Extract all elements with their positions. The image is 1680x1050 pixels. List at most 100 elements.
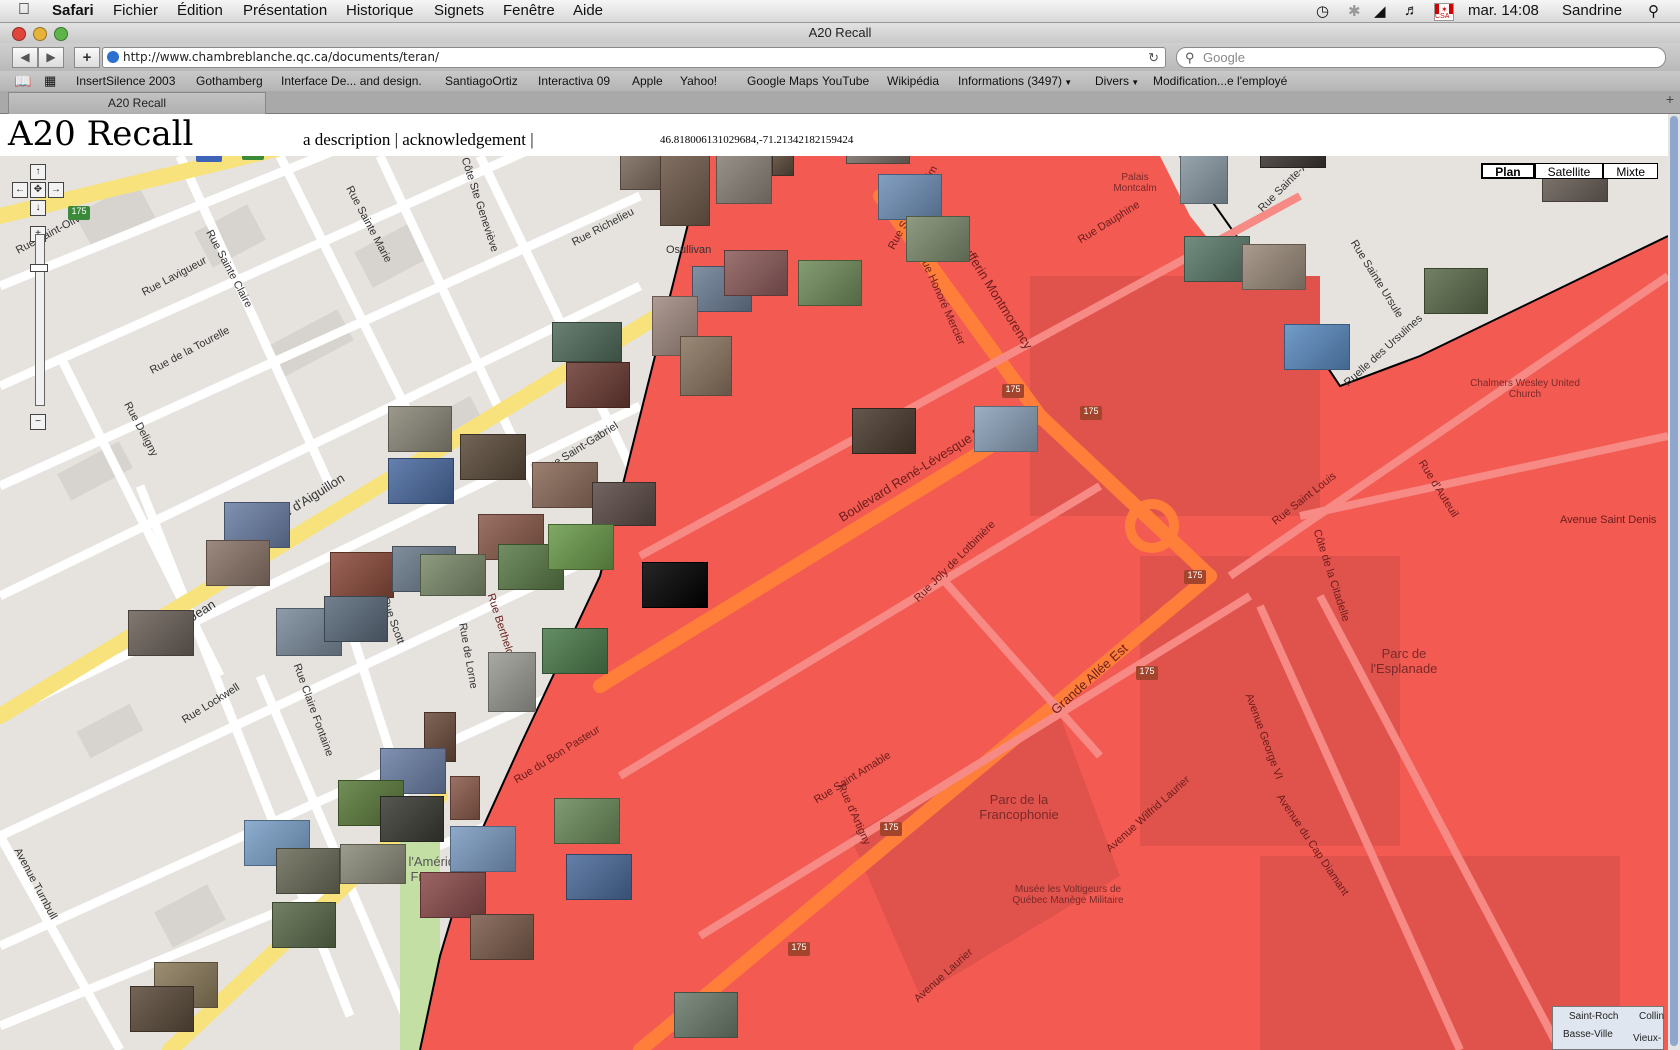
zoom-out-icon[interactable]: − (30, 414, 46, 430)
photo-thumbnail[interactable] (128, 610, 194, 656)
menu-fenetre[interactable]: Fenêtre (503, 2, 555, 19)
bookmark-google-maps[interactable]: Google Maps (747, 71, 818, 91)
close-window-icon[interactable] (12, 27, 26, 41)
photo-thumbnail[interactable] (548, 524, 614, 570)
clock[interactable]: mar. 14:08 (1468, 2, 1539, 19)
photo-thumbnail[interactable] (566, 362, 630, 408)
photo-thumbnail[interactable] (330, 552, 394, 598)
time-machine-icon[interactable]: ◷ (1316, 2, 1329, 20)
menu-signets[interactable]: Signets (434, 2, 484, 19)
acknowledgement-link[interactable]: acknowledgement (402, 130, 526, 149)
menu-aide[interactable]: Aide (573, 2, 603, 19)
pan-up-icon[interactable]: ↑ (30, 164, 46, 180)
photo-thumbnail[interactable] (552, 322, 622, 362)
photo-thumbnail[interactable] (680, 336, 732, 396)
photo-thumbnail[interactable] (340, 844, 406, 884)
photo-thumbnail[interactable] (450, 776, 480, 820)
pan-left-icon[interactable]: ← (12, 182, 28, 198)
bookmark-interactiva[interactable]: Interactiva 09 (538, 71, 610, 91)
photo-thumbnail[interactable] (420, 554, 486, 596)
map-type-satellite-button[interactable]: Satellite (1534, 163, 1604, 179)
input-flag-icon[interactable]: ✶ CSA (1434, 3, 1454, 21)
volume-icon[interactable]: ♬ (1404, 2, 1419, 19)
menu-fichier[interactable]: Fichier (113, 2, 158, 19)
add-bookmark-button[interactable]: + (74, 47, 100, 68)
photo-thumbnail[interactable] (878, 174, 942, 220)
wifi-icon[interactable]: ◢ (1374, 2, 1386, 20)
photo-thumbnail[interactable] (724, 250, 788, 296)
bookmark-youtube[interactable]: YouTube (822, 71, 869, 91)
apple-menu-icon[interactable]:  (18, 1, 30, 19)
photo-thumbnail[interactable] (206, 540, 270, 586)
bookmark-wikipedia[interactable]: Wikipédia (887, 71, 939, 91)
back-button[interactable]: ◀ (12, 47, 38, 68)
photo-thumbnail[interactable] (130, 986, 194, 1032)
photo-thumbnail[interactable] (272, 902, 336, 948)
zoom-window-icon[interactable] (54, 27, 68, 41)
bookmark-apple[interactable]: Apple (632, 71, 663, 91)
bookmark-modification[interactable]: Modification...e l'employé (1153, 71, 1287, 91)
spotlight-icon[interactable]: ⚲ (1648, 2, 1659, 20)
photo-thumbnail[interactable] (420, 872, 486, 918)
photo-thumbnail[interactable] (798, 260, 862, 306)
reading-list-icon[interactable]: 📖 (14, 71, 31, 91)
photo-thumbnail[interactable] (566, 854, 632, 900)
bluetooth-icon[interactable]: ✱ (1348, 2, 1361, 20)
map-type-mixte-button[interactable]: Mixte (1603, 163, 1658, 179)
bookmark-santiagoortiz[interactable]: SantiagoOrtiz (445, 71, 518, 91)
photo-thumbnail[interactable] (388, 406, 452, 452)
bookmark-interface-design[interactable]: Interface De... and design. (281, 71, 422, 91)
scrollbar-thumb[interactable] (1670, 116, 1678, 1046)
photo-thumbnail[interactable] (906, 216, 970, 262)
photo-thumbnail[interactable] (660, 156, 710, 226)
photo-thumbnail[interactable] (542, 628, 608, 674)
photo-thumbnail[interactable] (450, 826, 516, 872)
poi-palais-montcalm[interactable]: Palais Montcalm (1100, 172, 1170, 194)
bookmark-yahoo[interactable]: Yahoo! (680, 71, 717, 91)
photo-thumbnail[interactable] (1184, 236, 1250, 282)
photo-thumbnail[interactable] (460, 434, 526, 480)
map-type-plan-button[interactable]: Plan (1481, 163, 1535, 179)
photo-thumbnail[interactable] (532, 462, 598, 508)
photo-thumbnail[interactable] (380, 796, 444, 842)
forward-button[interactable]: ▶ (38, 47, 64, 68)
photo-thumbnail[interactable] (324, 596, 388, 642)
address-bar[interactable]: http://www.chambreblanche.qc.ca/document… (102, 47, 1166, 68)
photo-thumbnail[interactable] (846, 156, 910, 164)
poi-parc-francophonie[interactable]: Parc de la Francophonie (964, 792, 1074, 822)
photo-thumbnail[interactable] (852, 408, 916, 454)
photo-thumbnail[interactable] (1180, 156, 1228, 204)
pan-center-icon[interactable]: ✥ (30, 182, 46, 198)
vertical-scrollbar[interactable] (1668, 114, 1680, 1050)
zoom-slider-track[interactable] (35, 234, 45, 406)
photo-thumbnail[interactable] (1242, 244, 1306, 290)
pan-down-icon[interactable]: ↓ (30, 200, 46, 216)
photo-thumbnail[interactable] (276, 848, 340, 894)
pan-right-icon[interactable]: → (48, 182, 64, 198)
tab-a20-recall[interactable]: A20 Recall (8, 92, 266, 115)
zoom-slider-thumb[interactable] (30, 264, 48, 272)
photo-thumbnail[interactable] (716, 156, 772, 204)
photo-thumbnail[interactable] (470, 914, 534, 960)
description-link[interactable]: a description (303, 130, 390, 149)
bookmark-insertsilence[interactable]: InsertSilence 2003 (76, 71, 175, 91)
search-field[interactable]: ⚲ Google (1176, 47, 1666, 68)
new-tab-icon[interactable]: + (1666, 91, 1674, 107)
address-url[interactable]: http://www.chambreblanche.qc.ca/document… (123, 48, 439, 67)
photo-thumbnail[interactable] (674, 992, 738, 1038)
menu-edition[interactable]: Édition (177, 2, 223, 19)
menu-historique[interactable]: Historique (346, 2, 414, 19)
poi-manege-militaire[interactable]: Musée les Voltigeurs de Québec Manège Mi… (1008, 884, 1128, 906)
menu-app-name[interactable]: Safari (52, 2, 94, 19)
photo-thumbnail[interactable] (488, 652, 536, 712)
user-name[interactable]: Sandrine (1562, 2, 1622, 19)
top-sites-icon[interactable]: ▦ (44, 71, 56, 91)
poi-chalmers-church[interactable]: Chalmers Wesley United Church (1470, 378, 1580, 400)
bookmark-informations[interactable]: Informations (3497) ▼ (958, 71, 1072, 93)
map-canvas[interactable]: Rue Saint-Olivier Rue Lavigueur Rue Sain… (0, 156, 1668, 1050)
menu-presentation[interactable]: Présentation (243, 2, 327, 19)
photo-thumbnail[interactable] (974, 406, 1038, 452)
photo-thumbnail-selected[interactable] (642, 562, 708, 608)
minimize-window-icon[interactable] (33, 27, 47, 41)
bookmark-divers[interactable]: Divers ▼ (1095, 71, 1139, 93)
